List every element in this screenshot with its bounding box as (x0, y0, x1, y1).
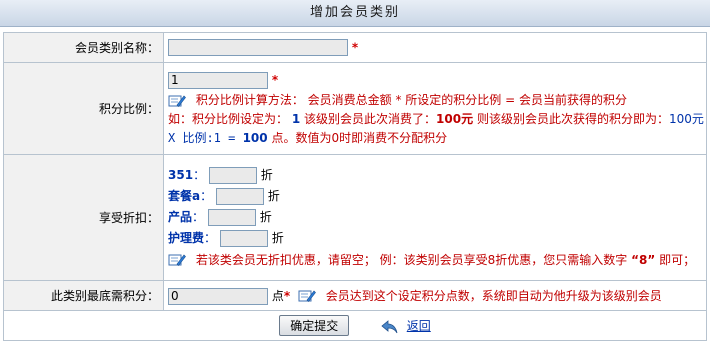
points-method-text: 积分比例计算方法： 会员消费总金额 * 所设定的积分比例 = 会员当前获得的积分 (195, 93, 627, 107)
points-ratio-input[interactable] (168, 71, 268, 89)
discount-hint: 若该类会员无折扣优惠，请留空； 例：该类别会员享受8折优惠，您只需输入数字 “8… (168, 249, 706, 271)
discount-item-product: 产品： 折 (168, 208, 272, 226)
discount-input-351[interactable] (208, 166, 257, 184)
category-name-input[interactable] (168, 39, 348, 56)
note-pencil-icon (298, 290, 316, 302)
min-points-label: 此类别最底需积分： (3, 280, 164, 311)
required-mark: * (283, 288, 291, 303)
min-points-input[interactable] (168, 287, 268, 305)
member-category-form: 会员类别名称： * 积分比例： * 积分比例计算方法： 会员消费总金额 * 所设… (3, 32, 707, 341)
note-pencil-icon (168, 254, 186, 266)
required-mark: * (351, 40, 359, 55)
discount-input-care-fee[interactable] (219, 229, 268, 247)
page-title: 增加会员类别 (0, 0, 710, 27)
points-label: 积分比例： (3, 62, 164, 155)
name-row: 会员类别名称： * (3, 32, 707, 63)
discount-row: 享受折扣： 351： 折 套餐a： 折 产品： 折 护理费： 折 若该类会员无折… (3, 154, 707, 281)
points-row: 积分比例： * 积分比例计算方法： 会员消费总金额 * 所设定的积分比例 = 会… (3, 62, 707, 155)
discount-item-351: 351： 折 (168, 166, 273, 184)
example-amount: 100元 (436, 112, 474, 126)
points-formula: X 比例:1 = 100 点。数值为0时即消费不分配积分 (168, 131, 448, 145)
discount-input-taocan-a[interactable] (215, 187, 264, 205)
points-example: 如：积分比例设定为： 1 该级别会员此次消费了：100元 则该级别会员此次获得的… (168, 112, 704, 126)
discount-label: 享受折扣： (3, 154, 164, 281)
discount-item-taocan-a: 套餐a： 折 (168, 187, 280, 205)
discount-input-product[interactable] (207, 208, 256, 226)
min-points-row: 此类别最底需积分： 点* 会员达到这个设定积分点数，系统即自动为他升级为该级别会… (3, 280, 707, 311)
formula-value: 100 (242, 131, 268, 145)
discount-item-care-fee: 护理费： 折 (168, 229, 284, 247)
back-link[interactable]: 返回 (407, 319, 431, 333)
required-mark: * (271, 73, 279, 87)
submit-button[interactable]: 确定提交 (279, 315, 350, 336)
example-ratio: 1 (291, 112, 301, 126)
example-result: 100元 (668, 112, 704, 126)
min-points-hint: 会员达到这个设定积分点数，系统即自动为他升级为该级别会员 (325, 288, 662, 303)
back-arrow-icon[interactable] (381, 319, 399, 334)
name-label: 会员类别名称： (3, 32, 164, 63)
note-pencil-icon (168, 95, 186, 107)
actions-row: 确定提交 返回 (3, 310, 707, 341)
